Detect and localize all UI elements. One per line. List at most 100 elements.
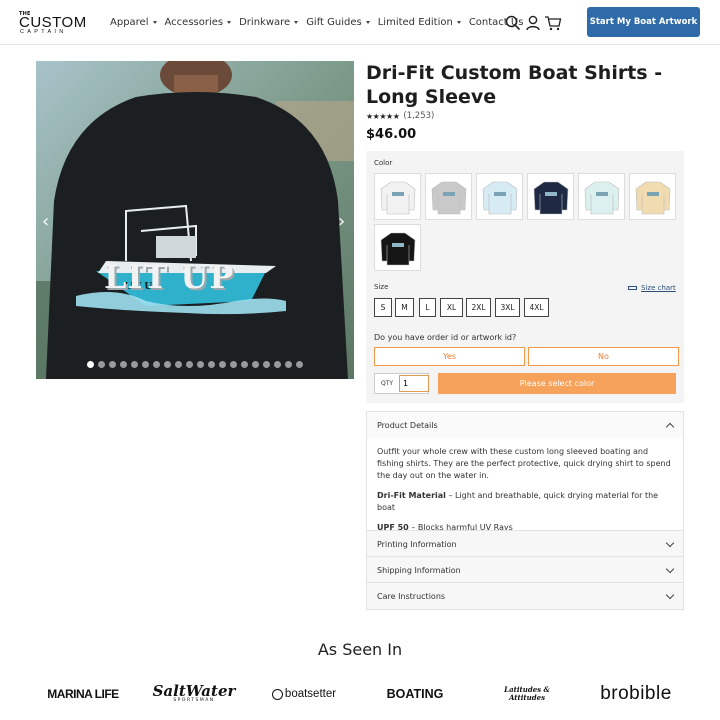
cart-icon[interactable] [544, 14, 562, 32]
accordion-label: Shipping Information [377, 565, 461, 575]
shirt-icon [584, 181, 619, 214]
color-swatch[interactable] [578, 173, 625, 220]
product-details-heading: Product Details [377, 420, 438, 430]
gallery-dots [87, 361, 307, 368]
rating-stars: ★★★★★ [366, 111, 400, 121]
color-swatch[interactable] [527, 173, 574, 220]
product-title: Dri-Fit Custom Boat Shirts - Long Sleeve [366, 62, 663, 108]
gallery-dot[interactable] [219, 361, 226, 368]
ruler-icon [628, 286, 637, 290]
gallery-prev-arrow[interactable]: ‹ [42, 211, 49, 232]
feature-1-name: Dri-Fit Material [377, 491, 446, 500]
gallery-dot[interactable] [252, 361, 259, 368]
gallery-dot[interactable] [120, 361, 127, 368]
care-instructions-toggle[interactable]: Care Instructions [367, 583, 683, 609]
gallery-dot[interactable] [241, 361, 248, 368]
quantity-box: QTY [374, 373, 429, 394]
color-swatch[interactable] [425, 173, 472, 220]
add-to-cart-button[interactable]: Please select color [438, 373, 676, 394]
order-id-question: Do you have order id or artwork id? [374, 333, 517, 342]
care-instructions-section: Care Instructions [366, 582, 684, 610]
brand-logo-boatsetter[interactable]: boatsetter [266, 683, 342, 705]
printing-information-section: Printing Information [366, 530, 684, 558]
size-label: Size [374, 283, 389, 291]
shipping-information-toggle[interactable]: Shipping Information [367, 557, 683, 583]
nav-item-gift-guides[interactable]: Gift Guides [306, 17, 370, 28]
qty-label: QTY [381, 380, 394, 387]
size-chart-link[interactable]: Size chart [628, 284, 676, 292]
product-details-body: Outfit your whole crew with these custom… [367, 438, 683, 534]
chevron-down-icon [665, 590, 675, 599]
nav-label: Gift Guides [306, 17, 362, 28]
gallery-dot[interactable] [230, 361, 237, 368]
gallery-dot[interactable] [197, 361, 204, 368]
size-option-l[interactable]: L [419, 298, 436, 317]
chevron-up-icon [665, 422, 675, 431]
brand-name: SaltWater [152, 682, 236, 701]
account-icon[interactable] [524, 14, 542, 32]
quantity-input[interactable] [399, 375, 429, 392]
brand-logo-saltwater[interactable]: SaltWater SPORTSMAN [152, 683, 236, 705]
chevron-down-icon [665, 564, 675, 573]
color-swatch[interactable] [374, 224, 421, 271]
search-icon[interactable] [504, 14, 522, 32]
color-swatch[interactable] [476, 173, 523, 220]
color-swatch[interactable] [374, 173, 421, 220]
nav-label: Drinkware [239, 17, 291, 28]
gallery-dot[interactable] [285, 361, 292, 368]
size-option-xl[interactable]: XL [440, 298, 463, 317]
gallery-dot[interactable] [175, 361, 182, 368]
nav-item-accessories[interactable]: Accessories [165, 17, 232, 28]
nav-item-limited-edition[interactable]: Limited Edition [378, 17, 461, 28]
chevron-down-icon [227, 21, 232, 24]
nav-label: Accessories [164, 17, 224, 28]
gallery-dot[interactable] [109, 361, 116, 368]
gallery-dot[interactable] [87, 361, 94, 368]
no-button[interactable]: No [528, 347, 679, 366]
size-option-m[interactable]: M [395, 298, 414, 317]
brand-name: brobible [600, 683, 672, 704]
gallery-dot[interactable] [274, 361, 281, 368]
product-rating[interactable]: ★★★★★ (1,253) [366, 111, 434, 121]
size-option-2xl[interactable]: 2XL [466, 298, 491, 317]
brand-name: BOATING [386, 687, 444, 701]
gallery-dot[interactable] [142, 361, 149, 368]
brand-logo-marina-life[interactable]: MARINA LIFE [46, 683, 120, 705]
gallery-dot[interactable] [164, 361, 171, 368]
brand-subname: SPORTSMAN [173, 698, 215, 704]
yes-button[interactable]: Yes [374, 347, 525, 366]
logo-captain: CAPTAIN [20, 29, 67, 35]
gallery-next-arrow[interactable]: › [338, 211, 345, 232]
start-artwork-button[interactable]: Start My Boat Artwork [587, 7, 700, 37]
logo[interactable]: THE CUSTOM CAPTAIN [19, 11, 95, 35]
gallery-dot[interactable] [296, 361, 303, 368]
as-seen-in-title: As Seen In [317, 640, 403, 659]
gallery-dot[interactable] [131, 361, 138, 368]
gallery-dot[interactable] [98, 361, 105, 368]
site-header: THE CUSTOM CAPTAIN Apparel Accessories D… [0, 0, 720, 45]
printing-information-toggle[interactable]: Printing Information [367, 531, 683, 557]
color-label: Color [374, 159, 393, 167]
rating-count: (1,253) [403, 111, 435, 121]
color-swatch[interactable] [629, 173, 676, 220]
brand-logo-latitudes-attitudes[interactable]: Latitudes & Attitudes [496, 683, 558, 705]
nav-label: Apparel [110, 17, 149, 28]
size-option-s[interactable]: S [374, 298, 392, 317]
details-feature-1: Dri-Fit Material – Light and breathable,… [377, 490, 673, 514]
gallery-dot[interactable] [153, 361, 160, 368]
gallery-dot[interactable] [186, 361, 193, 368]
product-price: $46.00 [366, 127, 417, 142]
nav-item-drinkware[interactable]: Drinkware [239, 17, 299, 28]
chevron-down-icon [152, 21, 157, 24]
size-option-3xl[interactable]: 3XL [495, 298, 520, 317]
brand-logo-brobible[interactable]: brobible [594, 683, 678, 705]
gallery-dot[interactable] [263, 361, 270, 368]
product-details-toggle[interactable]: Product Details [367, 412, 683, 438]
nav-item-apparel[interactable]: Apparel [110, 17, 157, 28]
gallery-dot[interactable] [208, 361, 215, 368]
brand-name: boatsetter [284, 688, 337, 700]
size-option-4xl[interactable]: 4XL [524, 298, 549, 317]
accordion-label: Printing Information [377, 539, 457, 549]
brand-logo-boating[interactable]: BOATING [382, 683, 448, 705]
product-photo: LIT UP [36, 61, 354, 379]
